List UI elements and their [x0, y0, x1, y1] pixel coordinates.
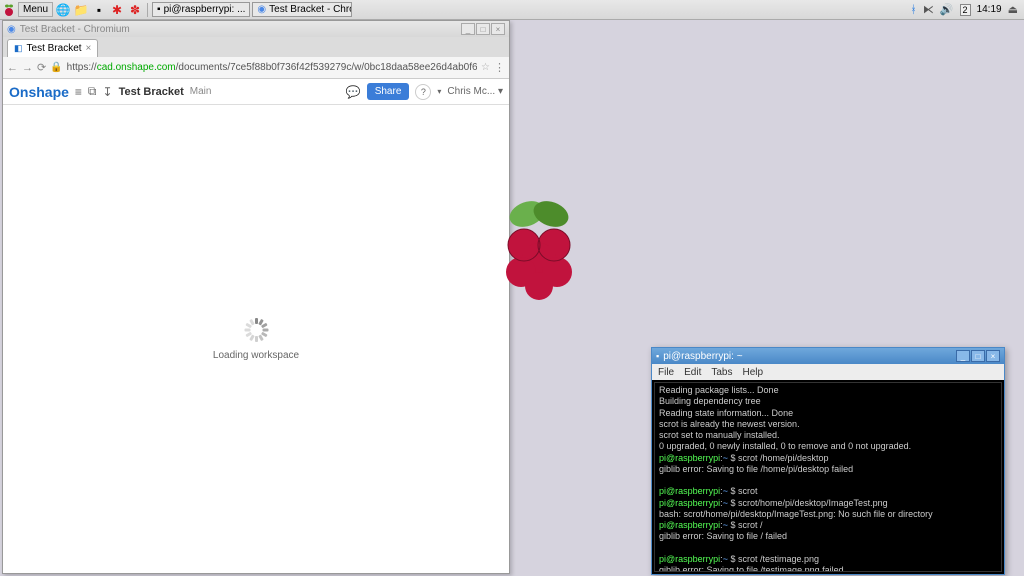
terminal-maximize-button[interactable]: □	[971, 350, 985, 362]
url-path: /documents/7ce5f88b0f736f42f539279c/w/0b…	[176, 62, 477, 73]
tab-close-icon[interactable]: ×	[86, 43, 92, 54]
insert-icon[interactable]: ↧	[103, 85, 113, 99]
browser-tab[interactable]: ◧ Test Bracket ×	[7, 39, 98, 57]
terminal-title-icon: ▪	[656, 351, 659, 361]
eject-icon[interactable]: ⏏	[1008, 3, 1018, 16]
taskbar-app-chromium[interactable]: ◉ Test Bracket - Chromi...	[252, 2, 352, 17]
user-name: Chris Mc...	[447, 86, 495, 97]
forward-button[interactable]: →	[22, 62, 33, 74]
wolfram-icon[interactable]: ✽	[127, 2, 143, 18]
url-bar: ← → ⟳ 🔒 https://cad.onshape.com/document…	[3, 57, 509, 79]
onshape-favicon: ◧	[14, 43, 23, 54]
tab-title: Test Bracket	[27, 43, 82, 54]
lock-icon[interactable]: 🔒	[50, 62, 62, 73]
url-scheme: https://	[67, 62, 97, 73]
terminal-minimize-button[interactable]: _	[956, 350, 970, 362]
rpi-menu-icon[interactable]	[2, 3, 16, 17]
terminal-icon[interactable]: ▪	[91, 2, 107, 18]
close-button[interactable]: ×	[491, 23, 505, 35]
tab-strip: ◧ Test Bracket ×	[3, 37, 509, 57]
cpu-meter[interactable]: 2	[960, 4, 971, 16]
terminal-titlebar[interactable]: ▪ pi@raspberrypi: ~ _ □ ×	[652, 348, 1004, 364]
onshape-content: Loading workspace	[3, 105, 509, 573]
browser-titlebar[interactable]: ◉ Test Bracket - Chromium _ □ ×	[3, 21, 509, 37]
url-field[interactable]: https://cad.onshape.com/documents/7ce5f8…	[67, 62, 477, 73]
chromium-small-icon: ◉	[257, 4, 266, 15]
terminal-menu-file[interactable]: File	[658, 367, 674, 378]
terminal-small-icon: ▪	[157, 4, 161, 15]
terminal-body[interactable]: Reading package lists... DoneBuilding de…	[654, 382, 1002, 572]
reload-button[interactable]: ⟳	[37, 61, 46, 74]
tree-icon[interactable]: ⧉	[88, 84, 97, 99]
menu-icon[interactable]: ≡	[75, 85, 82, 99]
terminal-menu-tabs[interactable]: Tabs	[711, 367, 732, 378]
share-button[interactable]: Share	[367, 83, 410, 100]
taskbar-app-terminal[interactable]: ▪ pi@raspberrypi: ...	[152, 2, 250, 17]
bluetooth-icon[interactable]: ᚼ	[910, 4, 917, 16]
terminal-close-button[interactable]: ×	[986, 350, 1000, 362]
taskbar-app-label: Test Bracket - Chromi...	[269, 4, 352, 15]
bookmark-star-icon[interactable]: ☆	[481, 62, 490, 73]
chat-icon[interactable]: 💬	[346, 85, 361, 99]
taskbar: Menu 🌐 📁 ▪ ✱ ✽ ▪ pi@raspberrypi: ... ◉ T…	[0, 0, 1024, 20]
menu-button[interactable]: Menu	[18, 2, 53, 17]
clock[interactable]: 14:19	[977, 4, 1002, 15]
files-icon[interactable]: 📁	[73, 2, 89, 18]
onshape-logo[interactable]: Onshape	[9, 84, 69, 100]
terminal-menu-help[interactable]: Help	[742, 367, 763, 378]
terminal-menu-edit[interactable]: Edit	[684, 367, 701, 378]
separator	[147, 3, 148, 17]
loading-text: Loading workspace	[213, 350, 299, 361]
terminal-title: pi@raspberrypi: ~	[663, 351, 742, 362]
volume-icon[interactable]: 🔊	[940, 3, 954, 16]
onshape-header: Onshape ≡ ⧉ ↧ Test Bracket Main 💬 Share …	[3, 79, 509, 105]
terminal-menubar: File Edit Tabs Help	[652, 364, 1004, 380]
mathematica-icon[interactable]: ✱	[109, 2, 125, 18]
maximize-button[interactable]: □	[476, 23, 490, 35]
document-title[interactable]: Test Bracket	[119, 86, 184, 98]
globe-icon[interactable]: 🌐	[55, 2, 71, 18]
terminal-window: ▪ pi@raspberrypi: ~ _ □ × File Edit Tabs…	[651, 347, 1005, 575]
window-title: Test Bracket - Chromium	[20, 24, 130, 35]
user-menu[interactable]: Chris Mc... ▾	[447, 86, 503, 97]
minimize-button[interactable]: _	[461, 23, 475, 35]
back-button[interactable]: ←	[7, 62, 18, 74]
taskbar-app-label: pi@raspberrypi: ...	[164, 4, 246, 15]
wifi-icon[interactable]: ⧔	[923, 3, 934, 16]
document-branch[interactable]: Main	[190, 86, 212, 97]
url-host: cad.onshape.com	[97, 62, 176, 73]
desktop-rpi-logo	[499, 200, 579, 300]
loading-spinner	[244, 318, 268, 342]
chrome-menu-icon[interactable]: ⋮	[494, 61, 505, 74]
help-button[interactable]: ?	[415, 84, 431, 100]
chromium-window: ◉ Test Bracket - Chromium _ □ × ◧ Test B…	[2, 20, 510, 574]
chromium-icon: ◉	[7, 24, 16, 35]
